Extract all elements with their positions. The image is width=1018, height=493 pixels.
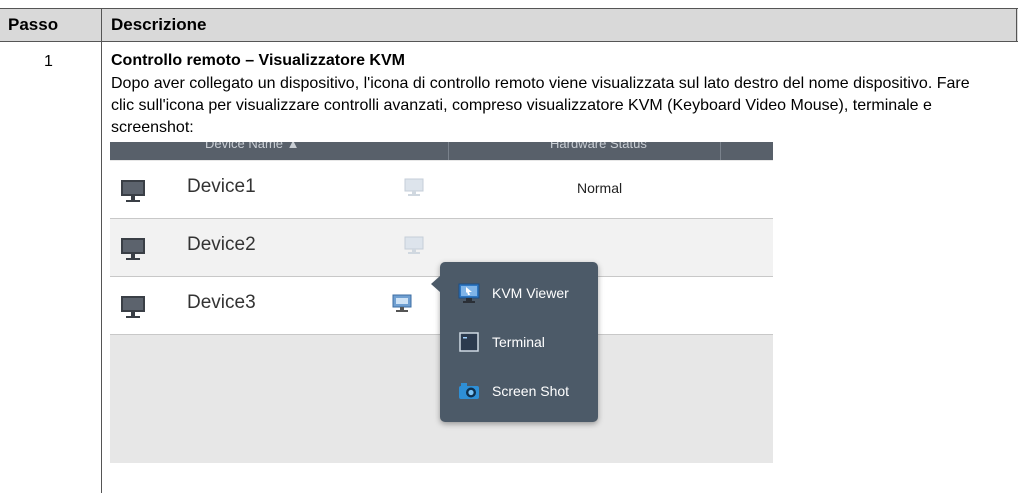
device-list-screenshot: Device Name ▲ Hardware Status Device1 No… xyxy=(110,142,773,463)
step-title: Controllo remoto – Visualizzatore KVM xyxy=(111,52,405,69)
column-separator xyxy=(720,142,721,160)
remote-control-icon[interactable] xyxy=(403,176,425,198)
menu-item-label: Terminal xyxy=(492,334,545,350)
device-name-column[interactable]: Device Name ▲ xyxy=(205,142,300,151)
terminal-icon xyxy=(459,332,479,352)
screen-shot-menu-item[interactable]: Screen Shot xyxy=(458,380,588,404)
device-name: Device1 xyxy=(187,176,256,197)
terminal-menu-item[interactable]: Terminal xyxy=(458,331,588,355)
remote-control-icon[interactable] xyxy=(391,292,413,314)
menu-item-label: Screen Shot xyxy=(492,383,570,399)
column-divider xyxy=(101,8,102,493)
device-name: Device2 xyxy=(187,234,256,255)
hardware-status-column[interactable]: Hardware Status xyxy=(550,142,647,151)
monitor-icon xyxy=(121,180,145,202)
monitor-icon xyxy=(121,296,145,318)
remote-control-menu: KVM Viewer Terminal Screen Shot xyxy=(431,262,598,422)
column-separator xyxy=(448,142,449,160)
monitor-icon xyxy=(121,238,145,260)
table-header: Passo Descrizione xyxy=(0,8,1018,42)
step-table: Passo Descrizione 1 Controllo remoto – V… xyxy=(0,0,1018,493)
right-border xyxy=(1016,8,1017,41)
kvm-viewer-icon xyxy=(458,283,480,303)
header-description: Descrizione xyxy=(111,15,207,34)
device-table-header: Device Name ▲ Hardware Status xyxy=(110,142,773,160)
camera-icon xyxy=(459,383,479,399)
header-step: Passo xyxy=(8,15,59,34)
step-number: 1 xyxy=(44,53,53,70)
device-name: Device3 xyxy=(187,292,256,313)
device-row[interactable]: Device1 Normal xyxy=(110,161,773,219)
step-description: Dopo aver collegato un dispositivo, l'ic… xyxy=(111,75,970,136)
kvm-viewer-menu-item[interactable]: KVM Viewer xyxy=(458,282,588,306)
menu-item-label: KVM Viewer xyxy=(492,285,569,301)
hardware-status: Normal xyxy=(577,180,623,196)
remote-control-icon[interactable] xyxy=(403,234,425,256)
